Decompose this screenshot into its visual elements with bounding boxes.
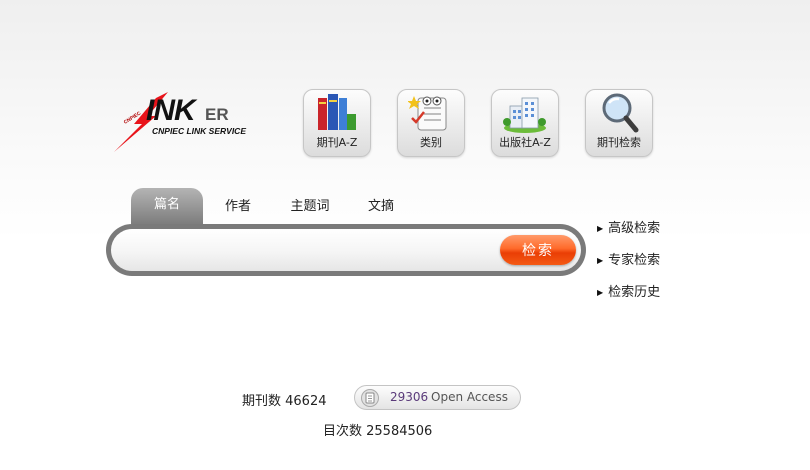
link-label: 检索历史 <box>608 285 661 300</box>
open-access-label: Open Access <box>431 390 508 404</box>
document-icon <box>361 389 379 407</box>
journal-count: 期刊数 46624 <box>242 394 327 409</box>
toc-count: 目次数 25584506 <box>323 424 433 439</box>
tab-title[interactable]: 篇名 <box>131 188 203 224</box>
tab-author[interactable]: 作者 <box>220 190 256 224</box>
logo-suffix: ER <box>205 105 229 124</box>
advanced-search-link[interactable]: ▶ 高级检索 <box>597 217 660 236</box>
tab-subject[interactable]: 主题词 <box>287 190 333 224</box>
open-access-count: 29306 <box>390 390 429 404</box>
arrow-right-icon: ▶ <box>597 288 604 297</box>
open-access-badge[interactable]: 29306 Open Access <box>354 385 521 410</box>
link-label: 高级检索 <box>608 221 661 236</box>
books-icon <box>318 94 356 130</box>
expert-search-link[interactable]: ▶ 专家检索 <box>597 249 660 268</box>
building-icon <box>503 97 546 133</box>
magnifier-icon <box>602 93 639 133</box>
nav-category[interactable]: 类别 <box>397 89 465 157</box>
nav-label: 出版社A-Z <box>499 136 551 149</box>
search-history-link[interactable]: ▶ 检索历史 <box>597 281 660 300</box>
link-label: 专家检索 <box>608 253 661 268</box>
nav-label: 期刊检索 <box>597 136 641 149</box>
category-list-icon <box>408 96 447 131</box>
cnpiec-link-logo[interactable]: CNPIEC INK ER CNPIEC LINK SERVICE <box>112 90 262 154</box>
arrow-right-icon: ▶ <box>597 256 604 265</box>
search-button[interactable]: 检索 <box>500 235 576 265</box>
nav-label: 类别 <box>420 136 442 149</box>
logo-subtitle: CNPIEC LINK SERVICE <box>152 126 246 136</box>
logo-word: INK <box>146 94 196 127</box>
nav-label: 期刊A-Z <box>316 136 358 149</box>
tab-abstract[interactable]: 文摘 <box>363 190 399 224</box>
nav-publishers-a-z[interactable]: 出版社A-Z <box>491 89 559 157</box>
nav-journal-search[interactable]: 期刊检索 <box>585 89 653 157</box>
nav-journals-a-z[interactable]: 期刊A-Z <box>303 89 371 157</box>
arrow-right-icon: ▶ <box>597 224 604 233</box>
